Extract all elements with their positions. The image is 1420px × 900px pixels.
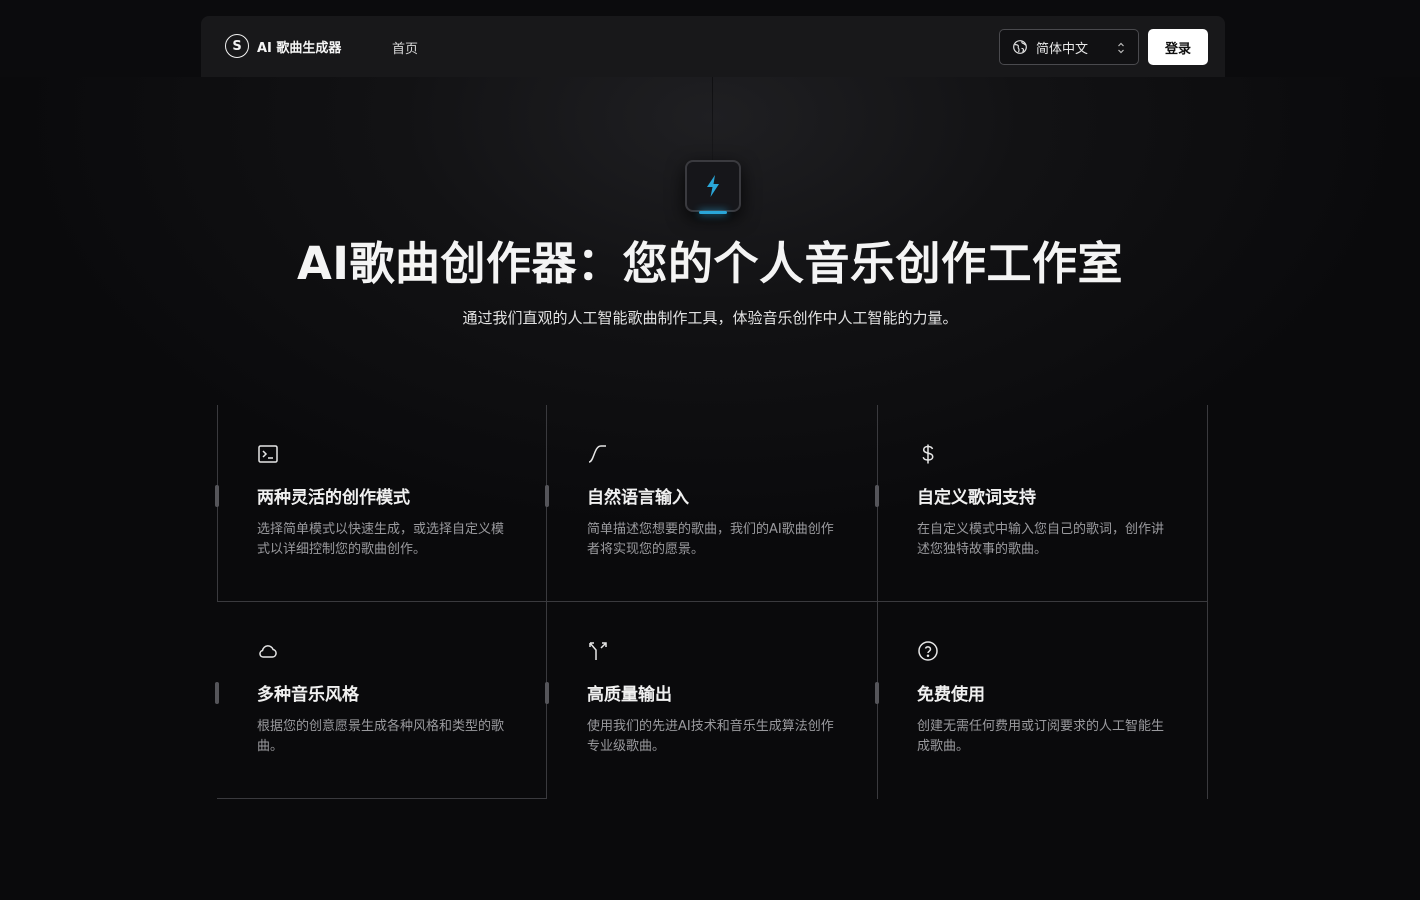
feature-desc: 选择简单模式以快速生成，或选择自定义模式以详细控制您的歌曲创作。 <box>257 522 505 557</box>
brand-logo-icon: S <box>225 34 249 58</box>
login-button[interactable]: 登录 <box>1148 29 1208 65</box>
feature-card: 免费使用 创建无需任何费用或订阅要求的人工智能生成歌曲。 <box>875 602 1207 799</box>
split-arrows-icon <box>589 642 607 660</box>
hero-subtitle: 通过我们直观的人工智能歌曲制作工具，体验音乐创作中人工智能的力量。 <box>462 309 958 327</box>
main-content: AI歌曲创作器：您的个人音乐创作工作室 通过我们直观的人工智能歌曲制作工具，体验… <box>0 77 1420 900</box>
curve-icon <box>588 445 606 463</box>
feature-desc: 根据您的创意愿景生成各种风格和类型的歌曲。 <box>257 719 505 754</box>
feature-desc: 创建无需任何费用或订阅要求的人工智能生成歌曲。 <box>917 719 1165 754</box>
feature-title: 两种灵活的创作模式 <box>257 488 410 508</box>
feature-title: 自定义歌词支持 <box>917 488 1036 508</box>
feature-title: 多种音乐风格 <box>257 685 359 705</box>
feature-card: 两种灵活的创作模式 选择简单模式以快速生成，或选择自定义模式以详细控制您的歌曲创… <box>215 405 547 602</box>
nav-link-home[interactable]: 首页 <box>392 38 418 57</box>
hero-title: AI歌曲创作器：您的个人音乐创作工作室 <box>296 237 1124 290</box>
feature-desc: 在自定义模式中输入您自己的歌词，创作讲述您独特故事的歌曲。 <box>917 522 1165 557</box>
card-marker <box>875 682 879 704</box>
dollar-icon <box>922 444 934 464</box>
lightning-icon <box>707 175 719 197</box>
chevron-up-down-icon <box>1118 42 1124 54</box>
feature-title: 自然语言输入 <box>587 488 689 508</box>
hero-icon-badge <box>685 160 741 214</box>
brand[interactable]: S AI 歌曲生成器 <box>225 34 341 58</box>
navbar: S AI 歌曲生成器 首页 简体中文 登录 <box>201 16 1225 77</box>
hero-icon-glow <box>699 211 727 214</box>
language-value: 简体中文 <box>1036 41 1089 57</box>
feature-desc: 使用我们的先进AI技术和音乐生成算法创作专业级歌曲。 <box>587 719 834 754</box>
cloud-icon <box>259 645 277 658</box>
card-marker <box>215 485 219 507</box>
feature-card: 自定义歌词支持 在自定义模式中输入您自己的歌词，创作讲述您独特故事的歌曲。 <box>875 405 1207 602</box>
card-marker <box>215 682 219 704</box>
globe-icon <box>1013 40 1027 54</box>
feature-title: 高质量输出 <box>587 685 672 705</box>
grid-line <box>1207 405 1208 799</box>
feature-card: 高质量输出 使用我们的先进AI技术和音乐生成算法创作专业级歌曲。 <box>545 602 877 799</box>
feature-card: 自然语言输入 简单描述您想要的歌曲，我们的AI歌曲创作者将实现您的愿景。 <box>545 405 877 602</box>
language-select[interactable]: 简体中文 <box>999 29 1139 65</box>
feature-card: 多种音乐风格 根据您的创意愿景生成各种风格和类型的歌曲。 <box>215 602 547 799</box>
feature-desc: 简单描述您想要的歌曲，我们的AI歌曲创作者将实现您的愿景。 <box>587 522 834 557</box>
card-marker <box>545 485 549 507</box>
help-circle-icon <box>918 641 938 661</box>
card-marker <box>875 485 879 507</box>
brand-name: AI 歌曲生成器 <box>257 40 342 56</box>
feature-grid: 两种灵活的创作模式 选择简单模式以快速生成，或选择自定义模式以详细控制您的歌曲创… <box>215 405 1208 799</box>
terminal-icon <box>258 445 278 463</box>
feature-title: 免费使用 <box>917 685 985 705</box>
card-marker <box>545 682 549 704</box>
